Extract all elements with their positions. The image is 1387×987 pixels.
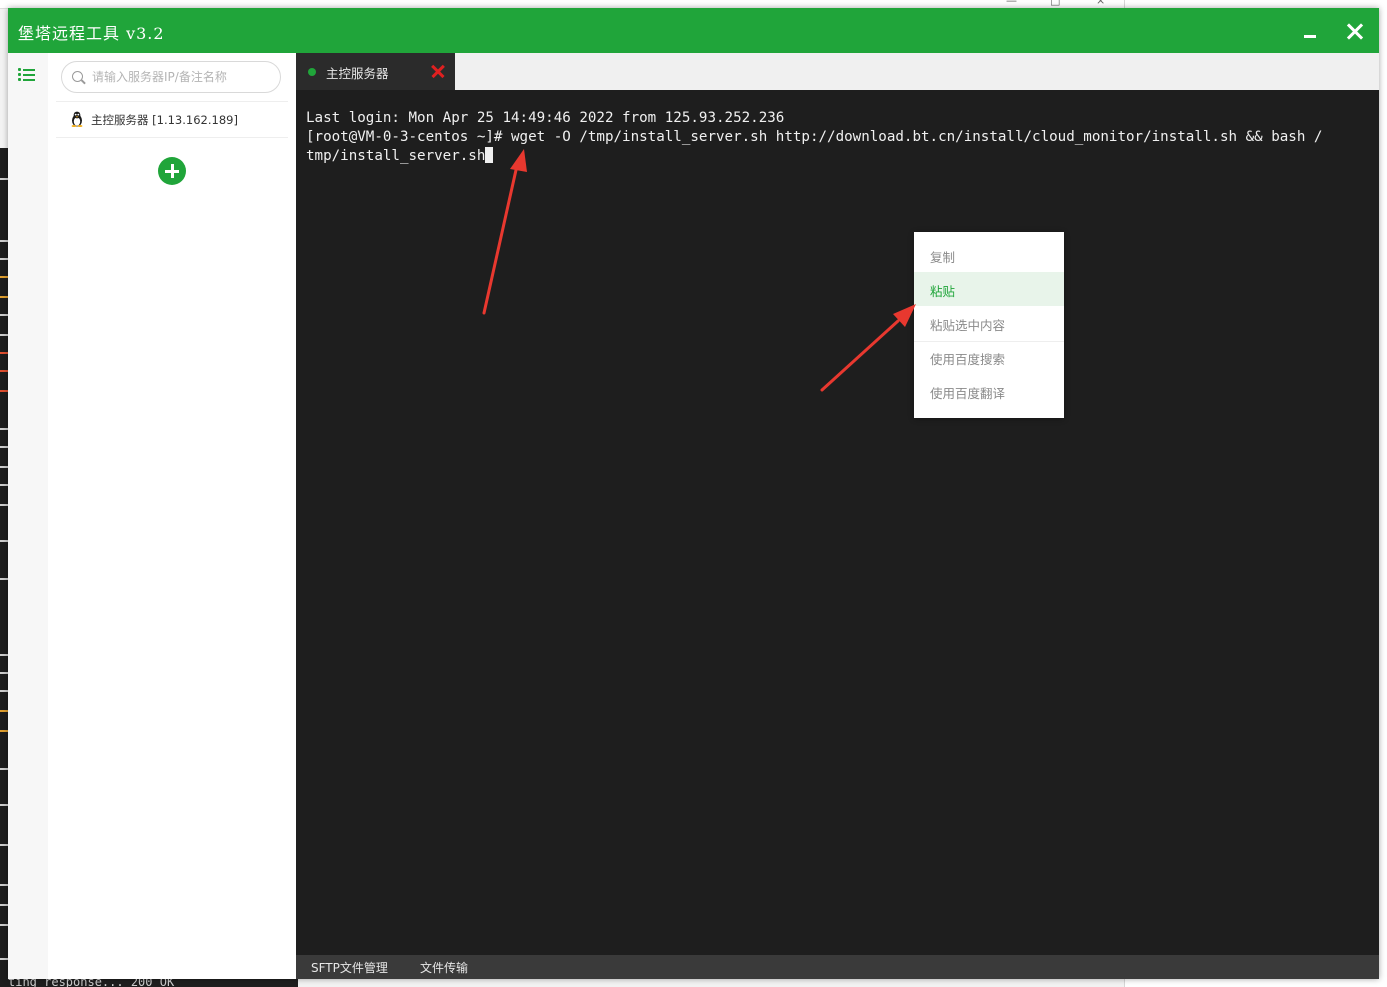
background-minimize-icon[interactable]: — <box>1006 0 1017 7</box>
bt-remote-tool-window: 堡塔远程工具 v3.2 主控服务器 [1.13 <box>8 8 1379 979</box>
menu-item-label: 粘贴 <box>930 284 956 299</box>
menu-item-label: 复制 <box>930 250 956 265</box>
background-close-icon[interactable]: × <box>1096 0 1105 7</box>
app-title: 堡塔远程工具 v3.2 <box>18 24 165 43</box>
terminal-cursor <box>485 147 494 163</box>
search-icon <box>72 71 83 82</box>
background-maximize-icon[interactable]: □ <box>1050 0 1060 7</box>
bottom-toolbar: SFTP文件管理 文件传输 <box>296 955 1379 979</box>
close-x-icon[interactable] <box>430 63 446 79</box>
tab-main-server[interactable]: 主控服务器 <box>296 53 455 90</box>
minimize-button[interactable] <box>1294 14 1328 48</box>
linux-penguin-icon <box>71 111 83 127</box>
server-search-input[interactable] <box>92 66 272 88</box>
context-menu: 复制 粘贴 粘贴选中内容 使用百度搜索 使用百度翻译 <box>914 232 1064 418</box>
file-transfer-button[interactable]: 文件传输 <box>420 959 468 976</box>
menu-item-paste-selection[interactable]: 粘贴选中内容 <box>914 306 1064 340</box>
terminal-line: [root@VM-0-3-centos ~]# wget -O /tmp/ins… <box>306 129 1323 145</box>
menu-item-label: 使用百度翻译 <box>930 386 1006 401</box>
sftp-file-manager-button[interactable]: SFTP文件管理 <box>311 959 388 976</box>
background-window-controls: — □ × <box>1000 0 1125 7</box>
menu-item-paste[interactable]: 粘贴 <box>914 272 1064 306</box>
list-icon[interactable] <box>18 67 36 83</box>
search-box <box>61 61 281 93</box>
session-tab-bar: 主控服务器 <box>296 53 1379 90</box>
title-bar[interactable]: 堡塔远程工具 v3.2 <box>8 8 1379 53</box>
menu-item-copy[interactable]: 复制 <box>914 238 1064 272</box>
background-terminal-text: ting response... 200 OK <box>8 978 298 987</box>
terminal-line: Last login: Mon Apr 25 14:49:46 2022 fro… <box>306 110 785 126</box>
menu-item-baidu-translate[interactable]: 使用百度翻译 <box>914 374 1064 408</box>
terminal-line: tmp/install_server.sh <box>306 147 494 166</box>
background-code-strip <box>0 148 8 987</box>
terminal-line-text: tmp/install_server.sh <box>306 148 486 164</box>
menu-item-baidu-search[interactable]: 使用百度搜索 <box>914 340 1064 374</box>
add-server-button[interactable] <box>158 157 186 185</box>
server-list-panel: 主控服务器 [1.13.162.189] <box>48 53 296 979</box>
menu-item-label: 粘贴选中内容 <box>930 318 1006 333</box>
connection-status-dot <box>308 68 316 76</box>
server-list-item[interactable]: 主控服务器 [1.13.162.189] <box>56 101 288 138</box>
close-window-button[interactable] <box>1338 14 1372 48</box>
menu-item-label: 使用百度搜索 <box>930 352 1006 367</box>
terminal[interactable]: Last login: Mon Apr 25 14:49:46 2022 fro… <box>296 90 1379 955</box>
tab-label: 主控服务器 <box>326 66 389 81</box>
icon-column <box>8 53 49 979</box>
server-label: 主控服务器 [1.13.162.189] <box>91 113 238 127</box>
